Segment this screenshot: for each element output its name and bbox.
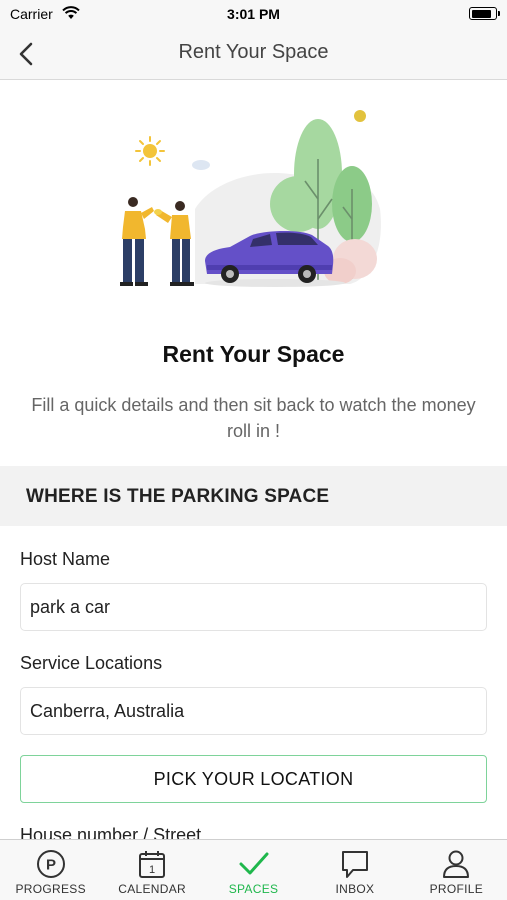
service-locations-label: Service Locations [20, 653, 163, 673]
tab-label: PROGRESS [15, 882, 86, 896]
nav-title: Rent Your Space [178, 41, 329, 63]
nav-bar: Rent Your Space [0, 28, 507, 80]
tab-calendar[interactable]: 1 CALENDAR [101, 840, 202, 900]
host-name-label: Host Name [20, 549, 111, 569]
tab-label: INBOX [335, 882, 375, 896]
tab-label: PROFILE [429, 882, 484, 896]
tab-label: SPACES [228, 882, 279, 896]
person-left-icon [120, 197, 154, 286]
service-locations-input[interactable] [20, 687, 487, 735]
scroll-content[interactable]: Rent Your Space Fill a quick details and… [0, 81, 507, 839]
tab-bar: P PROGRESS 1 CALENDAR SPACES INBOX PROFI… [0, 839, 507, 900]
battery-icon [469, 7, 500, 20]
section-title: WHERE IS THE PARKING SPACE [26, 486, 330, 507]
rent-space-illustration [120, 110, 381, 287]
hero-title: Rent Your Space [162, 341, 345, 367]
battery-level [471, 9, 491, 18]
tab-spaces[interactable]: SPACES [203, 840, 304, 900]
svg-text:1: 1 [149, 864, 155, 876]
svg-text:P: P [46, 857, 56, 874]
tab-progress[interactable]: P PROGRESS [0, 840, 101, 900]
checkmark-icon [237, 848, 271, 880]
person-icon [439, 848, 473, 880]
tab-profile[interactable]: PROFILE [406, 840, 507, 900]
parking-icon: P [34, 848, 68, 880]
host-name-input[interactable] [20, 583, 487, 631]
person-right-icon [154, 201, 194, 286]
section-header: WHERE IS THE PARKING SPACE [0, 466, 507, 526]
calendar-icon: 1 [135, 848, 169, 880]
status-time: 3:01 PM [227, 6, 280, 22]
tab-label: CALENDAR [118, 882, 186, 896]
tab-inbox[interactable]: INBOX [304, 840, 405, 900]
sun-icon [135, 136, 165, 166]
hero-subtitle: Fill a quick details and then sit back t… [31, 395, 476, 441]
house-street-label: House number / Street [20, 825, 202, 839]
pick-location-button[interactable]: PICK YOUR LOCATION [20, 755, 487, 803]
status-bar: Carrier 3:01 PM [0, 0, 507, 28]
chat-bubble-icon [338, 848, 372, 880]
